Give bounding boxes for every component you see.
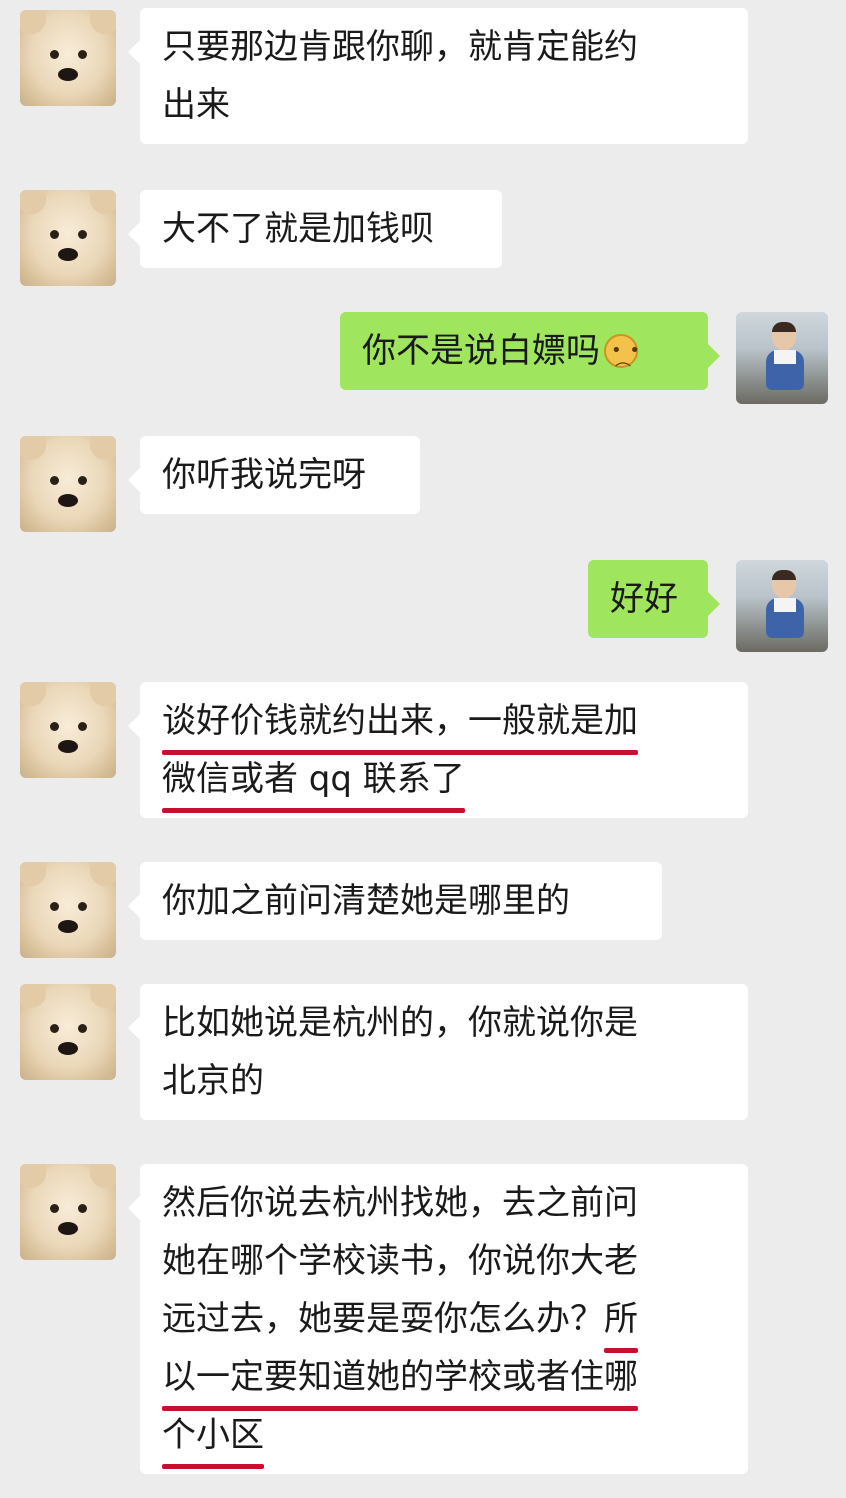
message-line: 出来 <box>162 76 726 134</box>
dog-avatar[interactable] <box>20 1164 116 1260</box>
message-text: 然后你说去杭州找她，去之前问 <box>162 1183 638 1223</box>
outgoing-message-bubble[interactable]: 你不是说白嫖吗 <box>340 312 720 400</box>
dog-avatar[interactable] <box>20 682 116 778</box>
message-line: 谈好价钱就约出来，一般就是加 <box>162 692 726 750</box>
sad-face-emoji-icon <box>604 322 641 400</box>
message-text: 你不是说白嫖吗 <box>362 331 600 371</box>
message-text: 远过去，她要是耍你怎么办？ <box>162 1299 604 1339</box>
message-line: 个小区 <box>162 1406 726 1464</box>
message-text: 她在哪个学校读书，你说你大老 <box>162 1241 638 1281</box>
message-text: 只要那边肯跟你聊，就肯定能约 <box>162 27 638 67</box>
message-text: 出来 <box>162 85 230 125</box>
message-line: 你加之前问清楚她是哪里的 <box>162 872 640 930</box>
underlined-text: 个小区 <box>162 1415 264 1455</box>
dog-avatar[interactable] <box>20 984 116 1080</box>
message-text: 你听我说完呀 <box>162 455 366 495</box>
underlined-text: 微信或者 qq 联系了 <box>162 759 465 799</box>
message-text: 你加之前问清楚她是哪里的 <box>162 881 570 921</box>
incoming-message-bubble[interactable]: 你加之前问清楚她是哪里的 <box>128 862 662 940</box>
message-line: 她在哪个学校读书，你说你大老 <box>162 1232 726 1290</box>
message-line: 然后你说去杭州找她，去之前问 <box>162 1174 726 1232</box>
message-line: 好好 <box>610 570 686 628</box>
message-line: 北京的 <box>162 1052 726 1110</box>
underlined-text: 以一定要知道她的学校或者住哪 <box>162 1357 638 1397</box>
message-text: 比如她说是杭州的，你就说你是 <box>162 1003 638 1043</box>
incoming-message-bubble[interactable]: 大不了就是加钱呗 <box>128 190 502 268</box>
message-text: 北京的 <box>162 1061 264 1101</box>
outgoing-message-bubble[interactable]: 好好 <box>588 560 720 638</box>
message-line: 你听我说完呀 <box>162 446 398 504</box>
message-line: 只要那边肯跟你聊，就肯定能约 <box>162 18 726 76</box>
dog-avatar[interactable] <box>20 10 116 106</box>
message-line: 微信或者 qq 联系了 <box>162 750 726 808</box>
baby-avatar[interactable] <box>736 312 828 404</box>
message-line: 比如她说是杭州的，你就说你是 <box>162 994 726 1052</box>
dog-avatar[interactable] <box>20 190 116 286</box>
incoming-message-bubble[interactable]: 然后你说去杭州找她，去之前问 她在哪个学校读书，你说你大老 远过去，她要是耍你怎么办… <box>128 1164 748 1474</box>
incoming-message-bubble[interactable]: 只要那边肯跟你聊，就肯定能约 出来 <box>128 8 748 144</box>
underlined-text: 所 <box>604 1299 638 1339</box>
message-line: 你不是说白嫖吗 <box>362 322 686 400</box>
message-text: 大不了就是加钱呗 <box>162 209 434 249</box>
dog-avatar[interactable] <box>20 862 116 958</box>
message-line: 大不了就是加钱呗 <box>162 200 480 258</box>
incoming-message-bubble[interactable]: 比如她说是杭州的，你就说你是 北京的 <box>128 984 748 1120</box>
message-line: 远过去，她要是耍你怎么办？所 <box>162 1290 726 1348</box>
dog-avatar[interactable] <box>20 436 116 532</box>
baby-avatar[interactable] <box>736 560 828 652</box>
message-text: 好好 <box>610 579 678 619</box>
message-line: 以一定要知道她的学校或者住哪 <box>162 1348 726 1406</box>
underlined-text: 谈好价钱就约出来，一般就是加 <box>162 701 638 741</box>
incoming-message-bubble[interactable]: 你听我说完呀 <box>128 436 420 514</box>
incoming-message-bubble[interactable]: 谈好价钱就约出来，一般就是加 微信或者 qq 联系了 <box>128 682 748 818</box>
